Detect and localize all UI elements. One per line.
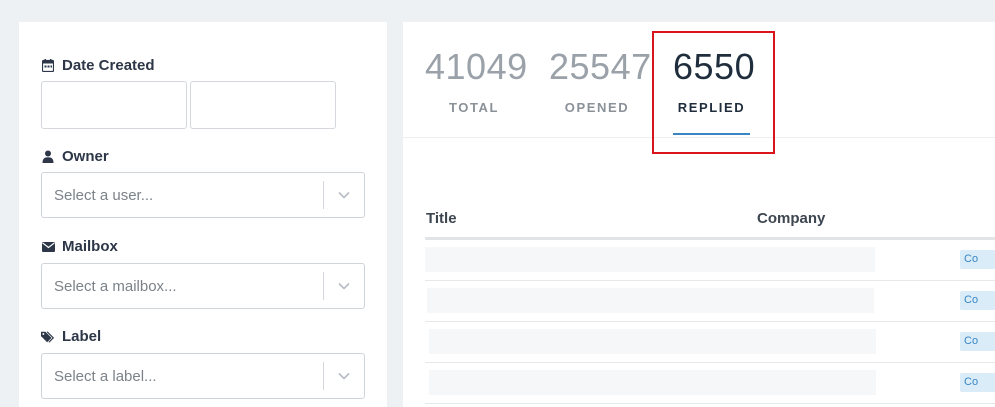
stat-total-value: 41049	[425, 46, 528, 87]
table-row[interactable]: Co	[425, 240, 995, 281]
column-header-title[interactable]: Title	[426, 210, 457, 227]
mailbox-placeholder: Select a mailbox...	[54, 277, 177, 295]
row-tag: Co	[960, 291, 995, 310]
calendar-icon	[41, 59, 55, 73]
chevron-down-icon[interactable]	[324, 354, 364, 398]
label-text: Label	[62, 328, 102, 345]
table-row[interactable]: Co	[425, 281, 995, 322]
chevron-down-icon[interactable]	[324, 173, 364, 217]
stat-total[interactable]: 41049 TOTAL	[425, 46, 528, 115]
table-row[interactable]: Co	[425, 363, 995, 404]
table-row[interactable]: Co	[425, 322, 995, 363]
stat-opened-label: OPENED	[564, 100, 630, 115]
date-to-input[interactable]	[190, 81, 336, 129]
filter-panel: Date Created Owner Select a user... Mail…	[19, 22, 387, 407]
label-select[interactable]: Select a label...	[41, 353, 365, 399]
label-label: Label	[41, 328, 101, 345]
tags-icon	[41, 330, 55, 344]
active-tab-underline	[673, 133, 750, 135]
row-tag: Co	[960, 250, 995, 269]
owner-text: Owner	[62, 148, 109, 165]
row-tag: Co	[960, 373, 995, 392]
owner-select[interactable]: Select a user...	[41, 172, 365, 218]
stats-divider	[403, 137, 995, 138]
stat-opened[interactable]: 25547 OPENED	[549, 46, 652, 115]
row-tag: Co	[960, 332, 995, 351]
owner-placeholder: Select a user...	[54, 186, 154, 204]
envelope-icon	[41, 240, 55, 254]
main-panel: 41049 TOTAL 25547 OPENED 6550 REPLIED Ti…	[403, 22, 995, 407]
row-placeholder	[429, 370, 876, 395]
column-header-company[interactable]: Company	[757, 210, 825, 227]
row-placeholder	[429, 329, 876, 354]
date-from-input[interactable]	[41, 81, 187, 129]
user-icon	[41, 150, 55, 164]
row-placeholder	[427, 288, 874, 313]
row-placeholder	[425, 247, 875, 272]
mailbox-label: Mailbox	[41, 238, 118, 255]
owner-label: Owner	[41, 148, 109, 165]
stat-replied-value: 6550	[673, 46, 756, 87]
stat-total-label: TOTAL	[448, 100, 500, 115]
mailbox-select[interactable]: Select a mailbox...	[41, 263, 365, 309]
stat-replied[interactable]: 6550 REPLIED	[673, 46, 756, 135]
date-created-text: Date Created	[62, 57, 155, 74]
chevron-down-icon[interactable]	[324, 264, 364, 308]
mailbox-text: Mailbox	[62, 238, 118, 255]
stat-opened-value: 25547	[549, 46, 652, 87]
stat-replied-label: REPLIED	[677, 100, 746, 115]
date-created-label: Date Created	[41, 57, 155, 74]
label-placeholder: Select a label...	[54, 367, 157, 385]
